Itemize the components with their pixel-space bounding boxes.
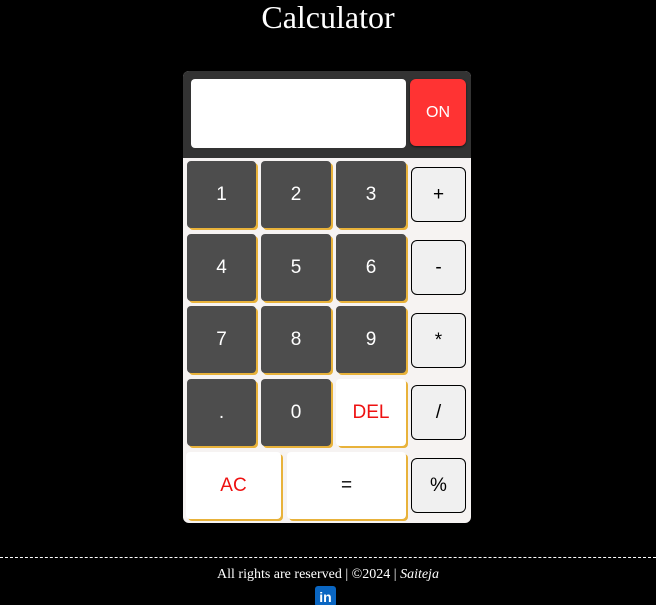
key-5[interactable]: 5 (261, 234, 331, 301)
key-8[interactable]: 8 (261, 306, 331, 373)
key-3[interactable]: 3 (336, 161, 406, 228)
delete-button[interactable]: DEL (336, 379, 406, 446)
key-1[interactable]: 1 (187, 161, 256, 228)
footer: All rights are reserved | ©2024 | Saitej… (0, 567, 656, 583)
key-2[interactable]: 2 (261, 161, 331, 228)
footer-author: Saiteja (400, 567, 439, 582)
key-0[interactable]: 0 (261, 379, 331, 446)
key-7[interactable]: 7 (187, 306, 256, 373)
page-title: Calculator (261, 0, 395, 35)
multiply-button[interactable]: * (411, 313, 466, 368)
key-6[interactable]: 6 (336, 234, 406, 301)
minus-button[interactable]: - (411, 240, 466, 295)
key-9[interactable]: 9 (336, 306, 406, 373)
calculator: ON 1 2 3 + 4 5 6 - 7 8 9 * . 0 DEL / AC … (183, 71, 471, 523)
calculator-display (191, 79, 406, 148)
plus-button[interactable]: + (411, 167, 466, 222)
decimal-point-button[interactable]: . (187, 379, 256, 446)
on-button[interactable]: ON (410, 79, 466, 146)
equals-button[interactable]: = (287, 452, 406, 519)
all-clear-button[interactable]: AC (186, 452, 281, 519)
percent-button[interactable]: % (411, 458, 466, 513)
linkedin-icon[interactable]: in (315, 586, 336, 605)
key-4[interactable]: 4 (187, 234, 256, 301)
footer-divider (0, 557, 656, 558)
footer-rights-text: All rights are reserved | ©2024 | (217, 567, 397, 582)
calculator-header: ON (183, 71, 471, 158)
divide-button[interactable]: / (411, 385, 466, 440)
